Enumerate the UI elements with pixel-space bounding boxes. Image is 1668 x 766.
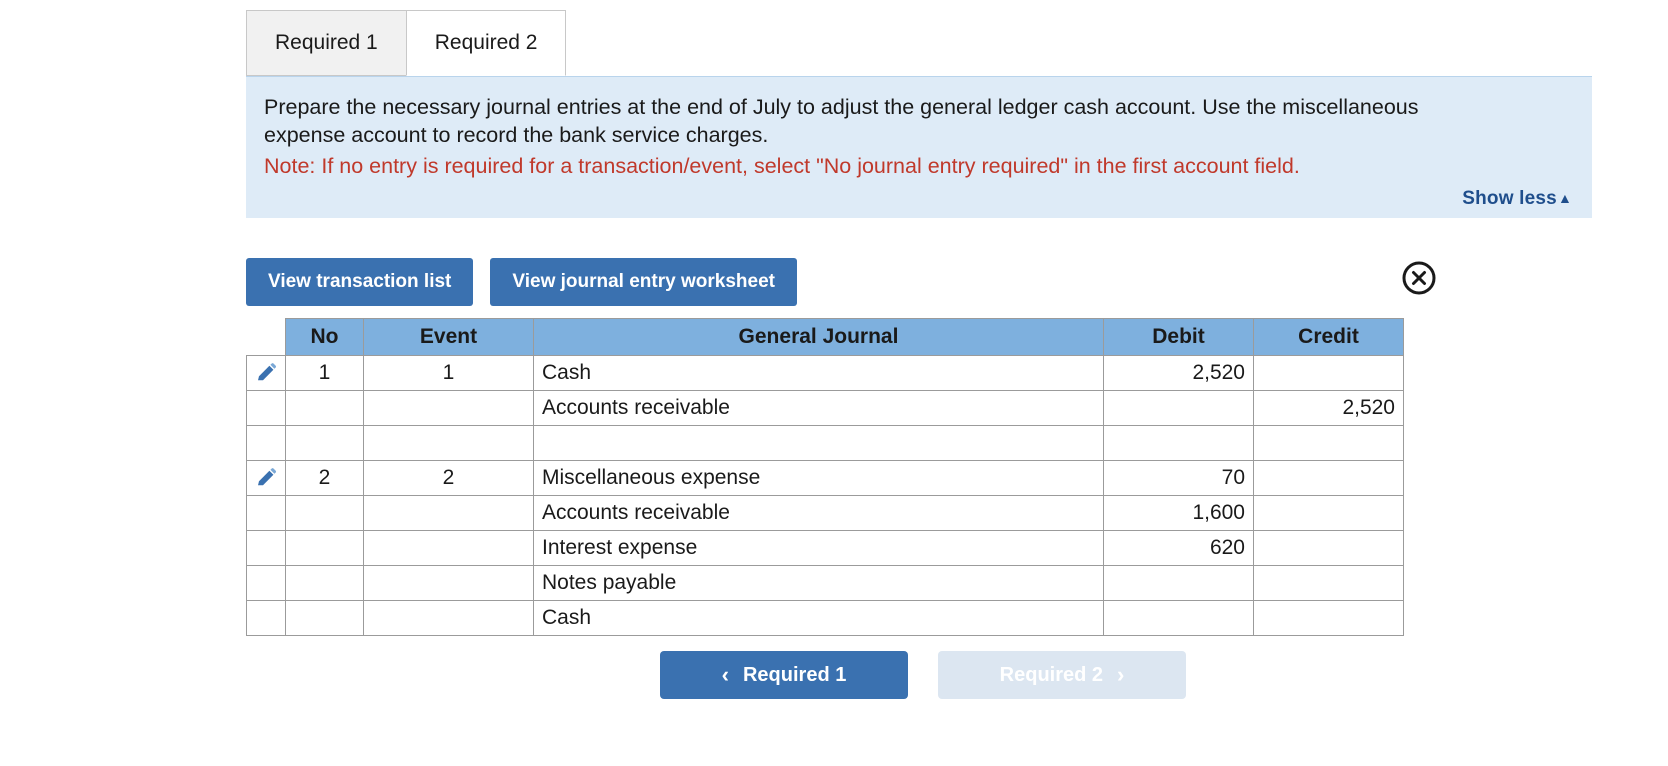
journal-table-head: No Event General Journal Debit Credit <box>247 318 1404 356</box>
pencil-cell-empty <box>246 530 286 566</box>
cell-credit: 2,520 <box>1253 390 1404 426</box>
cell-credit <box>1253 530 1404 566</box>
cell-credit <box>1253 425 1404 461</box>
table-row: Notes payable <box>246 565 1404 601</box>
cell-debit <box>1103 425 1254 461</box>
table-row <box>246 425 1404 461</box>
journal-table: No Event General Journal Debit Credit 11… <box>246 318 1404 636</box>
tab-required-2[interactable]: Required 2 <box>405 10 567 76</box>
table-row: 1 1 Cash 2,520 <box>246 355 1404 391</box>
cell-event <box>363 495 534 531</box>
tab-required-2-label: Required 2 <box>434 31 538 54</box>
pencil-cell-empty <box>246 565 286 601</box>
header-event: Event <box>363 318 534 356</box>
cell-no: 1 <box>285 355 364 391</box>
show-less-label: Show less <box>1462 188 1557 210</box>
nav-next-label: Required 2 <box>999 663 1104 686</box>
pencil-cell-empty <box>246 495 286 531</box>
cell-event <box>363 565 534 601</box>
cell-event: 1 <box>363 355 534 391</box>
cell-debit: 620 <box>1103 530 1254 566</box>
cell-account: Accounts receivable <box>533 390 1104 426</box>
pencil-header-spacer <box>247 319 286 356</box>
action-button-row: View transaction list View journal entry… <box>246 258 797 306</box>
journal-header-row: No Event General Journal Debit Credit <box>247 318 1404 356</box>
table-row: 2 2 Miscellaneous expense 70 <box>246 460 1404 496</box>
table-row: Interest expense 620 <box>246 530 1404 566</box>
tab-required-1[interactable]: Required 1 <box>246 10 407 76</box>
journal-entry-page: Required 1 Required 2 Prepare the necess… <box>0 0 1668 766</box>
edit-pencil-icon[interactable] <box>246 355 286 391</box>
cell-account: Cash <box>533 355 1104 391</box>
cell-credit <box>1253 600 1404 636</box>
table-row: Cash <box>246 600 1404 636</box>
header-credit: Credit <box>1253 318 1404 356</box>
show-less-toggle[interactable]: Show less▲ <box>1462 188 1572 210</box>
cell-account: Interest expense <box>533 530 1104 566</box>
cell-debit <box>1103 565 1254 601</box>
cell-debit <box>1103 390 1254 426</box>
cell-no <box>285 425 364 461</box>
instruction-body: Prepare the necessary journal entries at… <box>264 95 1419 148</box>
instruction-panel: Prepare the necessary journal entries at… <box>246 76 1592 219</box>
table-row: Accounts receivable 2,520 <box>246 390 1404 426</box>
cell-no <box>285 600 364 636</box>
cell-no: 2 <box>285 460 364 496</box>
cell-account <box>533 425 1104 461</box>
requirement-nav: ‹ Required 1 Required 2 › <box>660 651 1186 699</box>
cell-credit <box>1253 460 1404 496</box>
cell-account: Notes payable <box>533 565 1104 601</box>
cell-credit <box>1253 565 1404 601</box>
cell-event <box>363 600 534 636</box>
cell-no <box>285 530 364 566</box>
cell-no <box>285 495 364 531</box>
cell-event <box>363 425 534 461</box>
nav-next-required-2: Required 2 › <box>938 651 1186 699</box>
cell-event <box>363 530 534 566</box>
tab-required-1-label: Required 1 <box>275 31 378 54</box>
cell-account: Miscellaneous expense <box>533 460 1104 496</box>
header-no: No <box>285 318 364 356</box>
chevron-left-icon: ‹ <box>721 662 729 687</box>
table-row: Accounts receivable 1,600 <box>246 495 1404 531</box>
cell-account: Cash <box>533 600 1104 636</box>
view-transaction-list-button[interactable]: View transaction list <box>246 258 474 306</box>
cell-credit <box>1253 355 1404 391</box>
close-circle-icon[interactable] <box>1400 259 1438 297</box>
header-debit: Debit <box>1103 318 1254 356</box>
cell-debit: 2,520 <box>1103 355 1254 391</box>
edit-pencil-icon[interactable] <box>246 460 286 496</box>
view-journal-entry-worksheet-button[interactable]: View journal entry worksheet <box>490 258 797 306</box>
cell-no <box>285 390 364 426</box>
journal-table-body: 1 1 Cash 2,520 Accounts receivable 2,520 2 2 Mis… <box>246 355 1404 636</box>
journal-table-wrapper: No Event General Journal Debit Credit 11… <box>246 318 1404 636</box>
cell-account: Accounts receivable <box>533 495 1104 531</box>
chevron-right-icon: › <box>1117 662 1125 687</box>
pencil-cell-empty <box>246 600 286 636</box>
cell-debit: 1,600 <box>1103 495 1254 531</box>
cell-debit <box>1103 600 1254 636</box>
pencil-cell-empty <box>246 390 286 426</box>
tab-bar: Required 1 Required 2 <box>246 10 567 76</box>
cell-debit: 70 <box>1103 460 1254 496</box>
nav-prev-required-1[interactable]: ‹ Required 1 <box>660 651 908 699</box>
show-less-row: Show less▲ <box>264 188 1574 210</box>
cell-no <box>285 565 364 601</box>
pencil-cell-empty <box>246 425 286 461</box>
cell-credit <box>1253 495 1404 531</box>
caret-up-icon: ▲ <box>1557 190 1572 207</box>
cell-event <box>363 390 534 426</box>
instruction-note: Note: If no entry is required for a tran… <box>264 153 1300 178</box>
cell-event: 2 <box>363 460 534 496</box>
nav-prev-label: Required 1 <box>742 663 847 686</box>
header-general-journal: General Journal <box>533 318 1104 356</box>
